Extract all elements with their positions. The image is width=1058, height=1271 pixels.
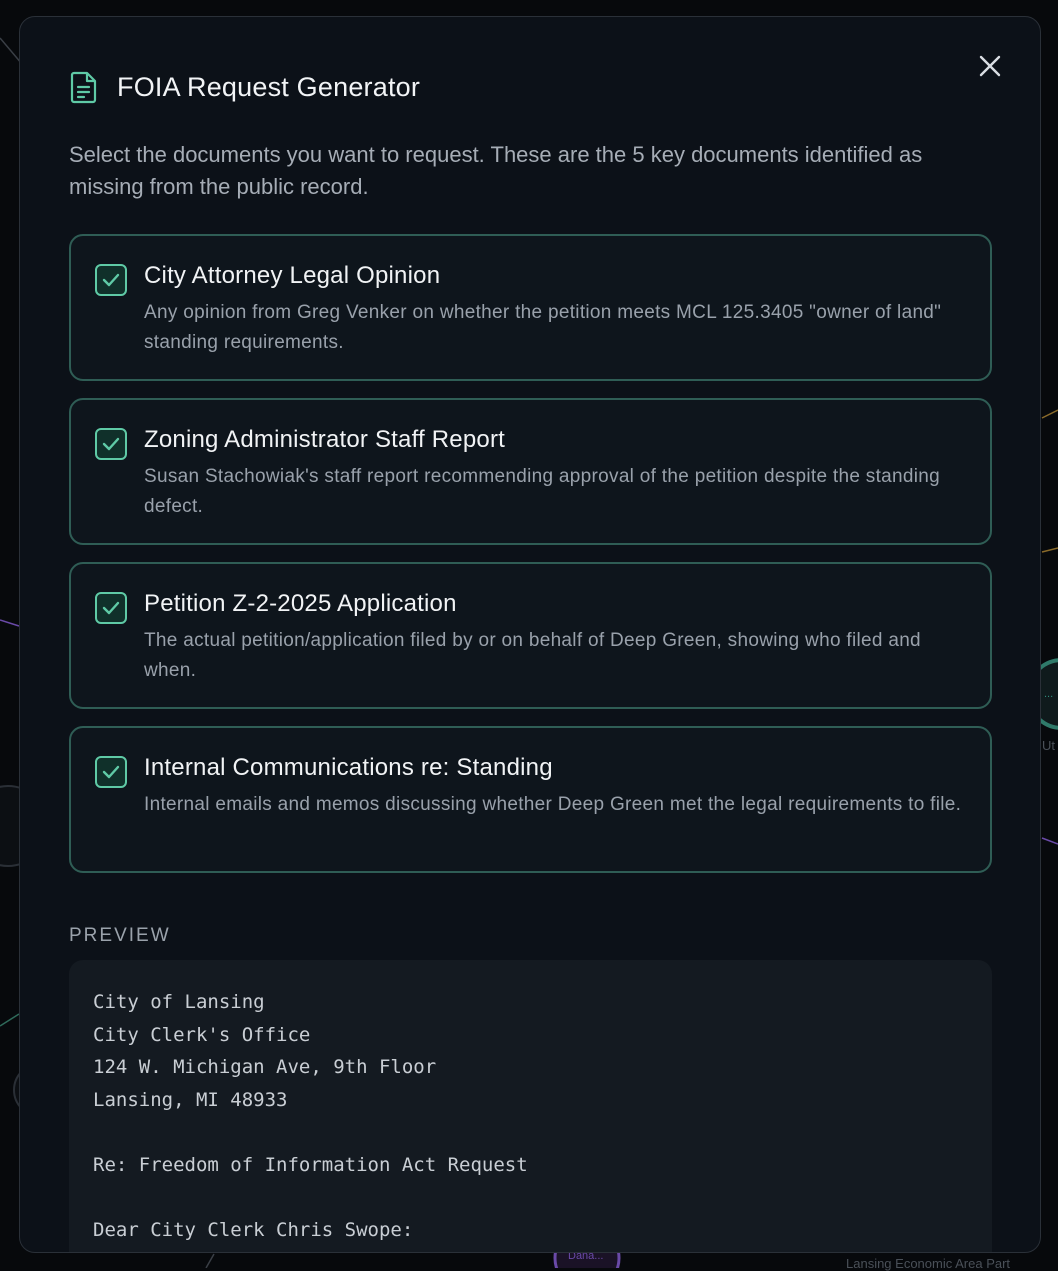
graph-edge [0,1013,20,1027]
document-option-legal-opinion[interactable]: City Attorney Legal Opinion Any opinion … [69,234,992,381]
document-icon [69,70,99,104]
document-list: City Attorney Legal Opinion Any opinion … [69,234,992,890]
document-description: Internal emails and memos discussing whe… [144,794,962,815]
graph-edge [1041,547,1058,553]
preview-line [93,1116,968,1149]
graph-node-label: Ut [1042,738,1055,753]
preview-box[interactable]: City of Lansing City Clerk's Office 124 … [69,960,992,1252]
preview-line: City of Lansing [93,991,265,1013]
foia-modal: FOIA Request Generator Select the docume… [19,16,1041,1253]
document-description: Susan Stachowiak's staff report recommen… [144,466,941,517]
document-description: The actual petition/application filed by… [144,630,921,681]
preview-line: Lansing, MI 48933 [93,1088,288,1111]
preview-line: 124 W. Michigan Ave, 9th Floor [93,1056,437,1079]
close-icon [979,55,1001,77]
document-description: Any opinion from Greg Venker on whether … [144,302,942,353]
document-title: Petition Z-2-2025 Application [144,590,457,617]
modal-title: FOIA Request Generator [117,71,421,102]
document-checkbox[interactable] [95,428,127,460]
preview-label: PREVIEW [69,925,171,946]
document-option-staff-report[interactable]: Zoning Administrator Staff Report Susan … [69,398,992,545]
close-button[interactable] [976,52,1004,80]
checkmark-icon [102,437,120,451]
document-title: Internal Communications re: Standing [144,754,553,781]
preview-text: City of Lansing City Clerk's Office 124 … [93,986,968,1247]
modal-intro: Select the documents you want to request… [69,142,923,199]
document-title: Zoning Administrator Staff Report [144,426,505,453]
document-option-internal-communications[interactable]: Internal Communications re: Standing Int… [69,726,992,873]
checkmark-icon [102,765,120,779]
checkmark-icon [102,273,120,287]
checkmark-icon [102,601,120,615]
document-title: City Attorney Legal Opinion [144,262,441,289]
document-checkbox[interactable] [95,264,127,296]
graph-edge [1041,837,1058,845]
graph-edge [0,619,20,627]
graph-edge [1041,409,1058,419]
document-option-petition-application[interactable]: Petition Z-2-2025 Application The actual… [69,562,992,709]
graph-footer-label: Lansing Economic Area Part [846,1256,1011,1271]
graph-edge [205,1253,215,1268]
preview-line: Re: Freedom of Information Act Request [93,1153,528,1176]
graph-node-dots: ... [1044,688,1054,700]
document-checkbox[interactable] [95,592,127,624]
preview-line: City Clerk's Office [93,1023,311,1046]
preview-line: Dear City Clerk Chris Swope: [93,1219,414,1242]
preview-line [93,1182,968,1215]
modal-header: FOIA Request Generator [69,69,420,105]
document-checkbox[interactable] [95,756,127,788]
